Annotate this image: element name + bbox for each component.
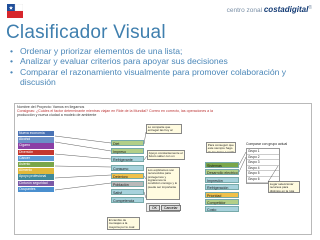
brand-logo: centro zonal costadigital® xyxy=(227,5,312,14)
bullet-text: Ordenar y priorizar elementos de una lis… xyxy=(20,46,183,56)
bullet-item: • Analizar y evaluar criterios para apoya… xyxy=(10,56,315,66)
brand-prefix: centro zonal xyxy=(226,7,263,15)
bullet-item: • Ordenar y priorizar elementos de una li… xyxy=(10,46,315,56)
slide-title: Clasificador Visual xyxy=(6,22,166,43)
bullet-list: • Ordenar y priorizar elementos de una li… xyxy=(10,46,315,88)
bullet-dot: • xyxy=(10,56,14,67)
brand-mark: ® xyxy=(308,5,312,11)
bullet-dot: • xyxy=(10,46,14,56)
brand-name: costadigital xyxy=(263,5,309,15)
bullet-item: • Comparar el razonamiento visualmente pa… xyxy=(10,67,315,88)
bullet-text: Comparar el razonamiento visualmente par… xyxy=(20,66,287,88)
bullet-text: Analizar y evaluar criterios para apoyar… xyxy=(20,56,228,67)
bullet-dot: • xyxy=(10,66,14,77)
embedded-screenshot: Nombre del Proyecto: Vamos en llegarnos … xyxy=(14,103,312,235)
connector-lines xyxy=(54,131,279,199)
chile-government-logo xyxy=(7,4,23,18)
